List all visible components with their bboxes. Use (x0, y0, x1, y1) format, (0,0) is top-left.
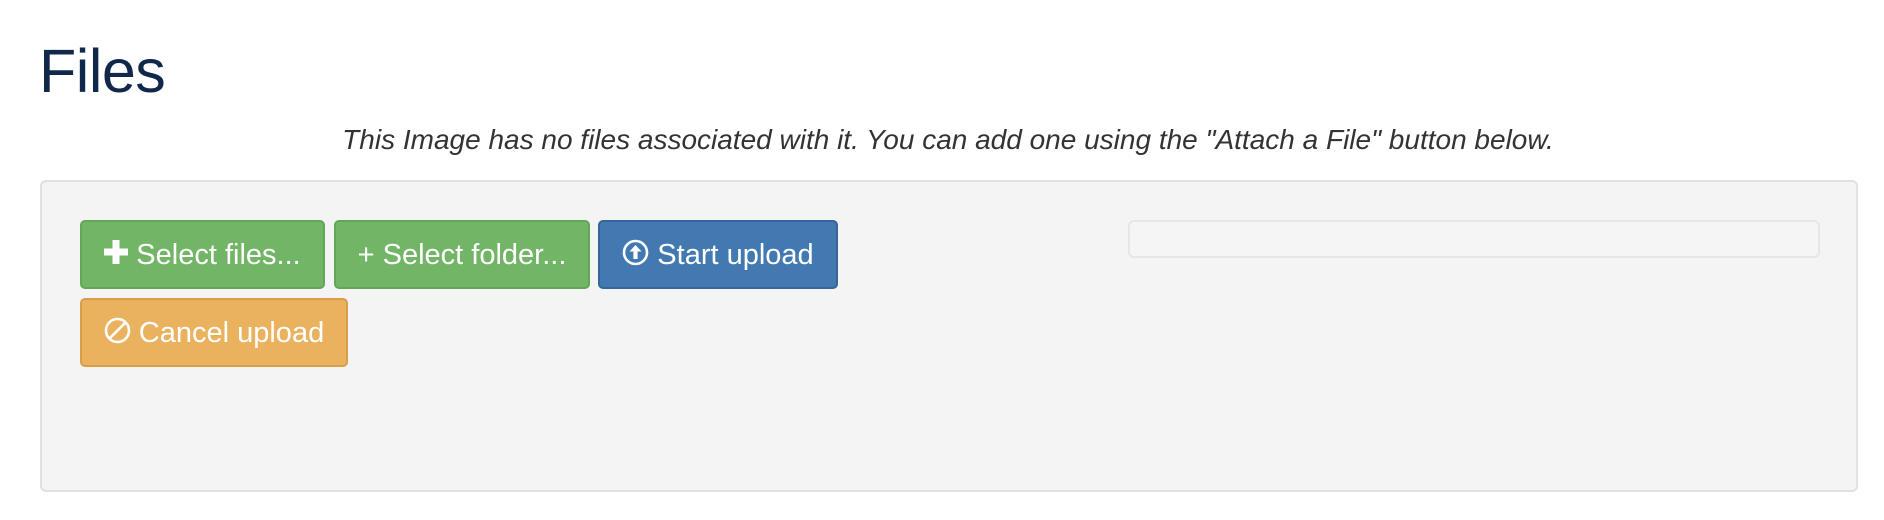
select-files-button[interactable]: Select files... (80, 220, 325, 289)
page-title: Files (39, 37, 166, 105)
select-folder-label: + Select folder... (357, 238, 567, 271)
file-upload-panel: Select files... + Select folder... Start… (40, 180, 1858, 492)
cancel-upload-button[interactable]: Cancel upload (80, 298, 348, 367)
select-files-label: Select files... (136, 238, 301, 271)
start-upload-label: Start upload (657, 238, 814, 271)
upload-circle-icon (622, 239, 649, 266)
cancel-upload-label: Cancel upload (138, 316, 325, 349)
plus-icon (104, 240, 129, 265)
start-upload-button[interactable]: Start upload (598, 220, 838, 289)
ban-circle-icon (104, 317, 131, 344)
select-folder-button[interactable]: + Select folder... (334, 220, 590, 289)
empty-files-notice: This Image has no files associated with … (342, 124, 1554, 155)
upload-progress-bar (1128, 220, 1820, 258)
